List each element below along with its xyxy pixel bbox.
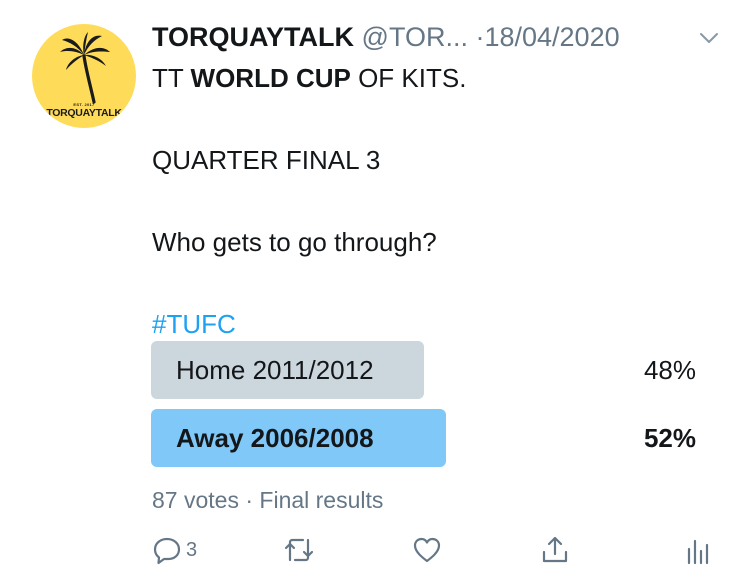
like-icon xyxy=(413,537,441,563)
user-handle[interactable]: @TOR... xyxy=(362,22,468,52)
poll-votes: 87 votes xyxy=(152,487,239,513)
analytics-icon xyxy=(687,539,709,565)
tweet-text-prefix: TT xyxy=(152,63,191,93)
tweet-header: TORQUAYTALK @TOR... ·18/04/2020 xyxy=(152,18,722,56)
poll-footer-separator: · xyxy=(245,487,254,513)
tweet-text-suffix: OF KITS. xyxy=(350,63,467,93)
poll-option-label: Home 2011/2012 xyxy=(176,355,374,385)
avatar[interactable]: EST. 2017 TORQUAYTALK xyxy=(32,24,136,128)
like-button[interactable] xyxy=(412,530,442,570)
retweet-icon xyxy=(284,538,314,562)
reply-count: 3 xyxy=(186,538,198,561)
poll-option-percent: 48% xyxy=(643,355,696,385)
chevron-down-icon[interactable] xyxy=(697,26,721,50)
retweet-button[interactable] xyxy=(283,530,315,570)
avatar-brand-text: TORQUAYTALK xyxy=(46,107,122,119)
hashtag-link[interactable]: #TUFC xyxy=(152,309,236,339)
tweet-text-line-1: TT WORLD CUP OF KITS. xyxy=(152,58,712,99)
tweet-text-line-2: QUARTER FINAL 3 xyxy=(152,145,381,175)
poll-option-label: Away 2006/2008 xyxy=(176,423,374,453)
poll-option-2: Away 2006/2008 52% xyxy=(151,409,696,467)
tweet-actions: 3 xyxy=(150,530,720,570)
share-icon xyxy=(542,536,568,563)
poll-footer: 87 votes · Final results xyxy=(152,484,383,516)
tweet-text-bold: WORLD CUP xyxy=(190,63,351,93)
tweet-text-line-3: Who gets to go through? xyxy=(152,227,437,257)
analytics-button[interactable] xyxy=(685,530,709,570)
share-button[interactable] xyxy=(540,530,570,570)
tweet-text: TT WORLD CUP OF KITS. QUARTER FINAL 3 Wh… xyxy=(152,58,712,345)
display-name[interactable]: TORQUAYTALK xyxy=(152,22,354,52)
reply-button[interactable]: 3 xyxy=(152,530,197,570)
reply-icon xyxy=(153,537,181,565)
poll-option-1: Home 2011/2012 48% xyxy=(151,341,696,399)
poll-option-percent: 52% xyxy=(643,423,696,453)
poll-status: Final results xyxy=(259,487,384,513)
tweet-date[interactable]: 18/04/2020 xyxy=(484,22,619,52)
